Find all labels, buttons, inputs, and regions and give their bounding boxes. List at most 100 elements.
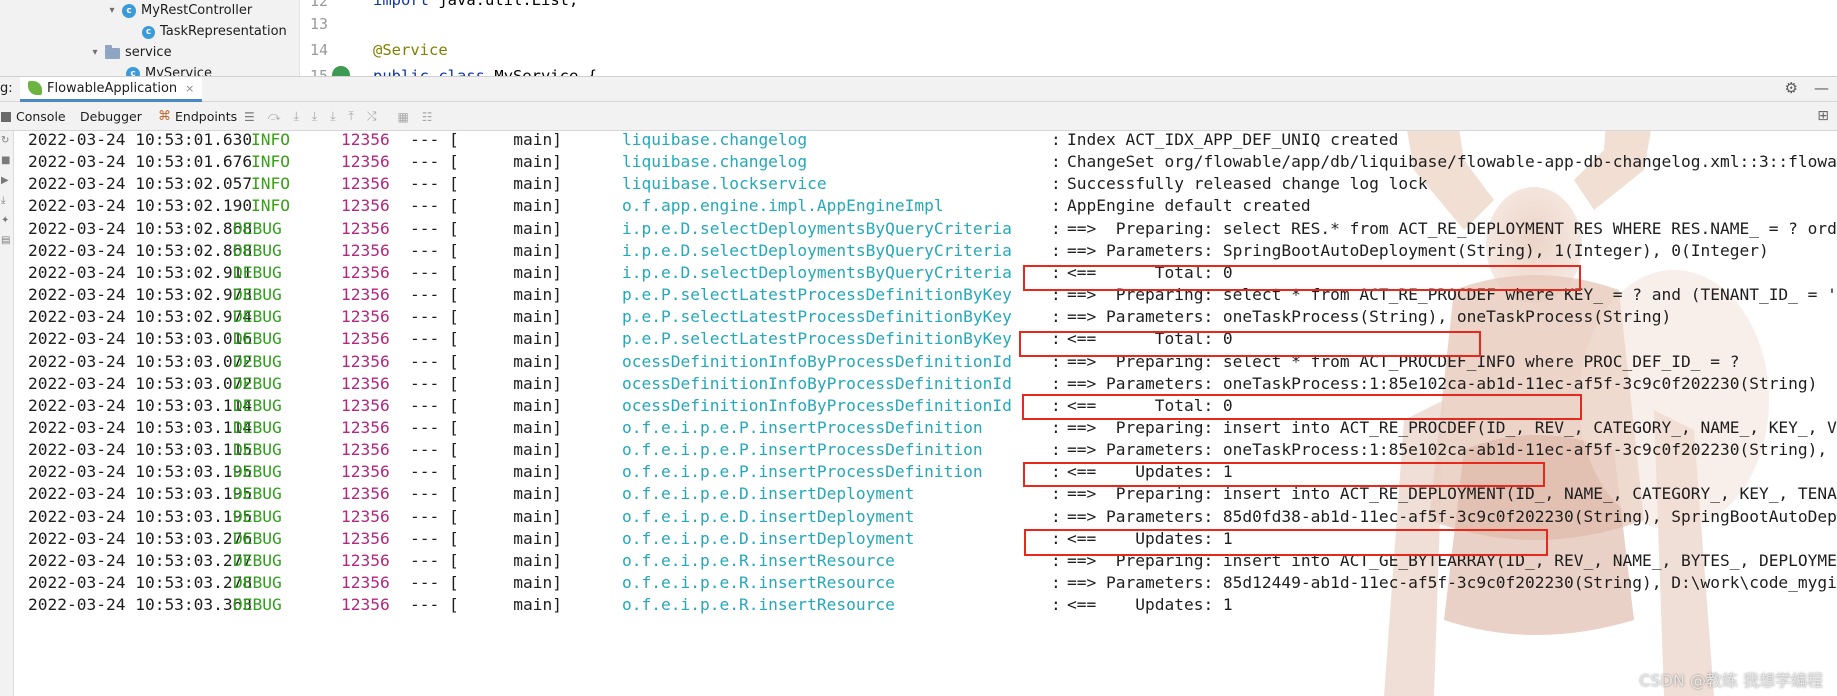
log-message: Successfully released change log lock xyxy=(1067,174,1428,194)
step-out-icon[interactable]: ⤒ xyxy=(349,109,354,124)
log-logger: o.f.e.i.p.e.D.insertDeployment xyxy=(622,506,915,526)
chevron-down-icon[interactable]: ▾ xyxy=(89,43,101,63)
log-colon: : xyxy=(1051,240,1061,260)
log-thread: main] xyxy=(513,329,562,349)
step-into-icon[interactable]: ⤓ xyxy=(312,109,317,124)
minimize-icon[interactable]: — xyxy=(1814,79,1829,97)
close-icon[interactable]: × xyxy=(185,82,194,95)
code-editor[interactable]: import java.util.List; @Service public c… xyxy=(373,0,1573,76)
pin-icon[interactable]: ✦ xyxy=(1,215,9,226)
tree-item-myrestcontroller[interactable]: ▾ c MyRestController xyxy=(106,1,252,21)
layout-icon[interactable]: ⊞ xyxy=(1817,108,1829,124)
log-thread: main] xyxy=(513,484,562,504)
log-colon: : xyxy=(1051,484,1061,504)
stop-icon[interactable]: ■ xyxy=(1,155,10,166)
debug-actions: ☰ ⤼ ⤓ ⤓ ⤓ ⤒ ⤭ ▦ ☷ xyxy=(244,102,433,131)
log-message: Index ACT_IDX_APP_DEF_UNIQ created xyxy=(1067,131,1399,149)
log-logger: i.p.e.D.selectDeploymentsByQueryCriteria xyxy=(622,240,1012,260)
rerun-icon[interactable]: ↻ xyxy=(1,135,9,146)
log-separator: --- [ xyxy=(410,218,459,238)
log-thread: main] xyxy=(513,440,562,460)
tab-flowableapplication[interactable]: FlowableApplication × xyxy=(20,77,203,102)
log-timestamp: 2022-03-24 10:53:03.114 xyxy=(28,395,253,415)
log-colon: : xyxy=(1051,528,1061,548)
step-over-icon[interactable]: ⤓ xyxy=(294,109,299,124)
log-colon: : xyxy=(1051,329,1061,349)
scroll-to-end-icon[interactable]: ⤓ xyxy=(1,195,5,206)
tab-console[interactable]: Console xyxy=(1,102,66,131)
log-pid: 12356 xyxy=(341,506,390,526)
log-message: ==> Preparing: insert into ACT_RE_DEPLOY… xyxy=(1067,484,1837,504)
log-pid: 12356 xyxy=(341,595,390,615)
print-icon[interactable]: ▤ xyxy=(1,235,10,246)
run-window-label: g: xyxy=(0,81,13,96)
log-thread: main] xyxy=(513,550,562,570)
log-message: <== Total: 0 xyxy=(1067,329,1233,349)
log-logger: p.e.P.selectLatestProcessDefinitionByKey xyxy=(622,307,1012,327)
log-logger: o.f.e.i.p.e.P.insertProcessDefinition xyxy=(622,440,983,460)
log-timestamp: 2022-03-24 10:53:02.868 xyxy=(28,240,253,260)
log-message: ==> Preparing: insert into ACT_GE_BYTEAR… xyxy=(1067,550,1837,570)
log-level: DEBUG xyxy=(233,262,282,282)
log-message: ==> Preparing: select RES.* from ACT_RE_… xyxy=(1067,218,1837,238)
log-timestamp: 2022-03-24 10:53:02.911 xyxy=(28,262,253,282)
log-colon: : xyxy=(1051,174,1061,194)
tree-item-service[interactable]: ▾ service xyxy=(89,43,172,63)
show-execution-point-icon[interactable]: ⤼ xyxy=(268,109,281,124)
tab-endpoints[interactable]: ⌘ Endpoints xyxy=(158,102,237,131)
tab-label: FlowableApplication xyxy=(47,80,178,96)
evaluate-icon[interactable]: ▦ xyxy=(397,110,408,124)
log-pid: 12356 xyxy=(341,573,390,592)
log-separator: --- [ xyxy=(410,440,459,460)
menu-icon[interactable]: ☰ xyxy=(244,110,255,124)
log-pid: 12356 xyxy=(341,196,390,216)
log-separator: --- [ xyxy=(410,417,459,437)
log-pid: 12356 xyxy=(341,550,390,570)
log-level: DEBUG xyxy=(233,240,282,260)
log-thread: main] xyxy=(513,218,562,238)
gear-icon[interactable]: ⚙ xyxy=(1785,79,1798,97)
log-thread: main] xyxy=(513,373,562,393)
log-pid: 12356 xyxy=(341,528,390,548)
class-icon: c xyxy=(126,67,140,76)
log-message: ==> Parameters: oneTaskProcess:1:85e102c… xyxy=(1067,440,1837,460)
chevron-down-icon[interactable]: ▾ xyxy=(106,1,118,21)
log-separator: --- [ xyxy=(410,174,459,194)
log-colon: : xyxy=(1051,152,1061,172)
log-pid: 12356 xyxy=(341,307,390,327)
log-separator: --- [ xyxy=(410,152,459,172)
log-level: DEBUG xyxy=(233,417,282,437)
console-output[interactable]: 2022-03-24 10:53:01.630 INFO 12356 --- [mai… xyxy=(14,131,1837,696)
log-logger: ocessDefinitionInfoByProcessDefinitionId xyxy=(622,373,1012,393)
log-level: DEBUG xyxy=(233,573,282,592)
trace-icon[interactable]: ☷ xyxy=(422,110,433,124)
spring-bean-icon[interactable] xyxy=(332,66,350,76)
log-colon: : xyxy=(1051,351,1061,371)
tree-item-myservice[interactable]: c MyService xyxy=(126,64,212,76)
log-timestamp: 2022-03-24 10:53:03.195 xyxy=(28,506,253,526)
log-pid: 12356 xyxy=(341,218,390,238)
log-level: DEBUG xyxy=(233,329,282,349)
console-side-toolbar: ↻ ■ ▶ ⤓ ✦ ▤ xyxy=(0,131,14,696)
log-level: DEBUG xyxy=(233,484,282,504)
log-thread: main] xyxy=(513,506,562,526)
tree-item-label: service xyxy=(125,45,172,60)
log-pid: 12356 xyxy=(341,285,390,305)
tree-item-taskrepresentation[interactable]: c TaskRepresentation xyxy=(142,22,287,42)
log-colon: : xyxy=(1051,395,1061,415)
log-level: DEBUG xyxy=(233,550,282,570)
log-thread: main] xyxy=(513,417,562,437)
editor-area: ▾ c MyRestController c TaskRepresentatio… xyxy=(0,0,1837,76)
log-pid: 12356 xyxy=(341,373,390,393)
log-logger: o.f.e.i.p.e.D.insertDeployment xyxy=(622,528,915,548)
resume-icon[interactable]: ▶ xyxy=(1,175,9,186)
log-level: INFO xyxy=(251,152,290,172)
force-step-into-icon[interactable]: ⤓ xyxy=(330,109,335,124)
tab-debugger[interactable]: Debugger xyxy=(80,102,142,131)
code-line: import java.util.List; xyxy=(373,0,579,9)
run-to-cursor-icon[interactable]: ⤭ xyxy=(367,109,377,124)
log-message: ==> Parameters: SpringBootAutoDeployment… xyxy=(1067,240,1769,260)
log-pid: 12356 xyxy=(341,174,390,194)
log-level: DEBUG xyxy=(233,595,282,615)
log-level: DEBUG xyxy=(233,373,282,393)
